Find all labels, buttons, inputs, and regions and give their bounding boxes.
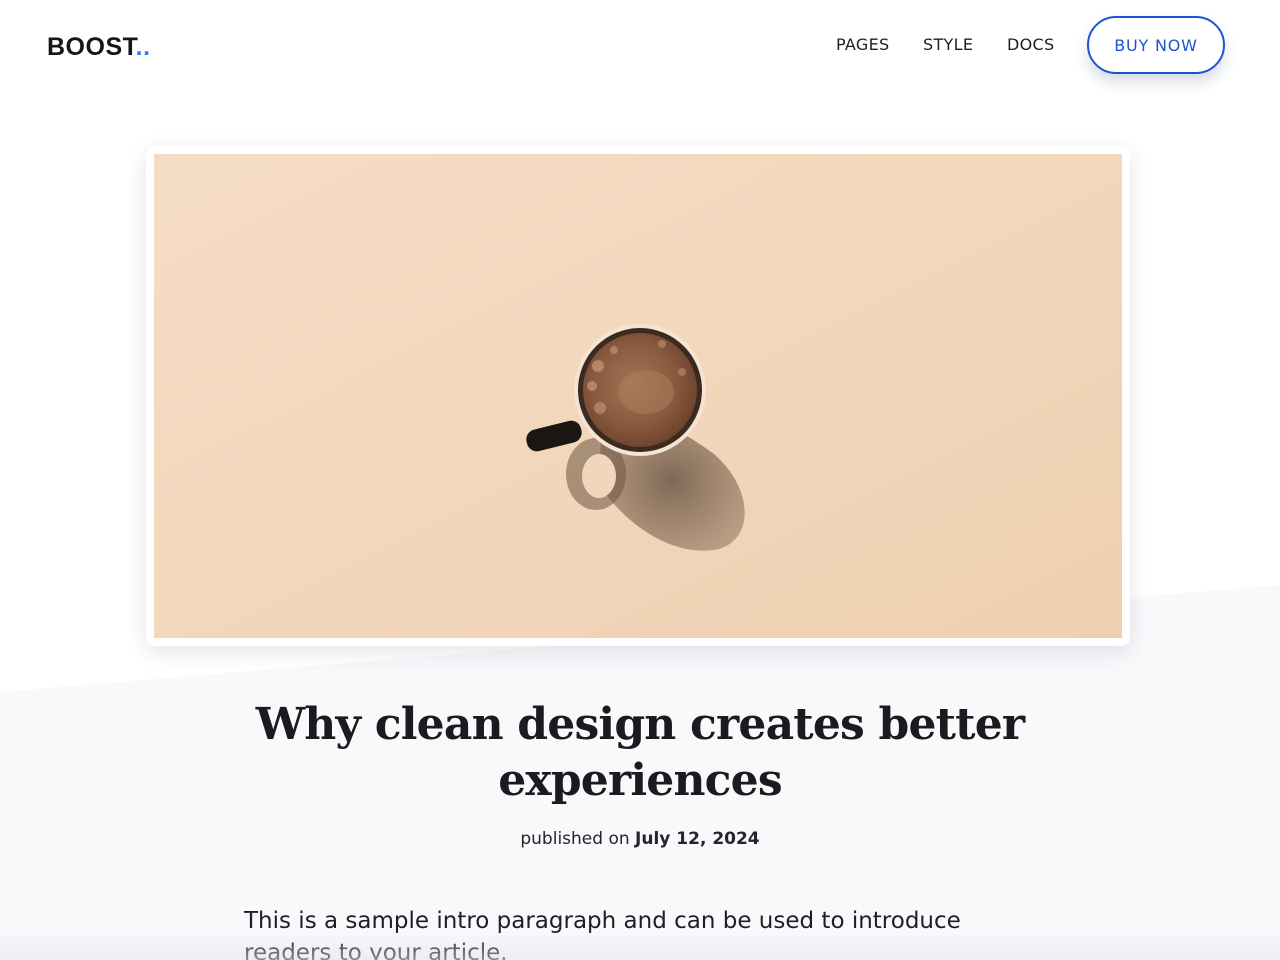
article-intro: This is a sample intro paragraph and can… bbox=[244, 908, 961, 960]
logo-text: BOOST bbox=[47, 33, 136, 61]
logo[interactable]: BOOST.. bbox=[47, 32, 151, 62]
logo-dots: .. bbox=[135, 33, 151, 61]
nav-pages[interactable]: PAGES bbox=[836, 35, 889, 55]
buy-now-button[interactable]: BUY NOW bbox=[1087, 16, 1225, 74]
publish-date: July 12, 2024 bbox=[635, 829, 760, 849]
page: BOOST.. PAGES STYLE DOCS BUY NOW Why cle… bbox=[0, 0, 1280, 960]
article-title: Why clean design creates better experien… bbox=[255, 699, 1025, 806]
buy-now-label: BUY NOW bbox=[1114, 35, 1198, 55]
site-header: BOOST.. PAGES STYLE DOCS BUY NOW bbox=[0, 0, 1280, 92]
hero-image-card bbox=[146, 146, 1130, 646]
nav-docs[interactable]: DOCS bbox=[1007, 35, 1054, 55]
published-on-label: published on bbox=[520, 829, 630, 849]
publish-meta: published on July 12, 2024 bbox=[240, 828, 1040, 850]
nav-style[interactable]: STYLE bbox=[923, 35, 973, 55]
hero-image bbox=[154, 154, 1122, 638]
